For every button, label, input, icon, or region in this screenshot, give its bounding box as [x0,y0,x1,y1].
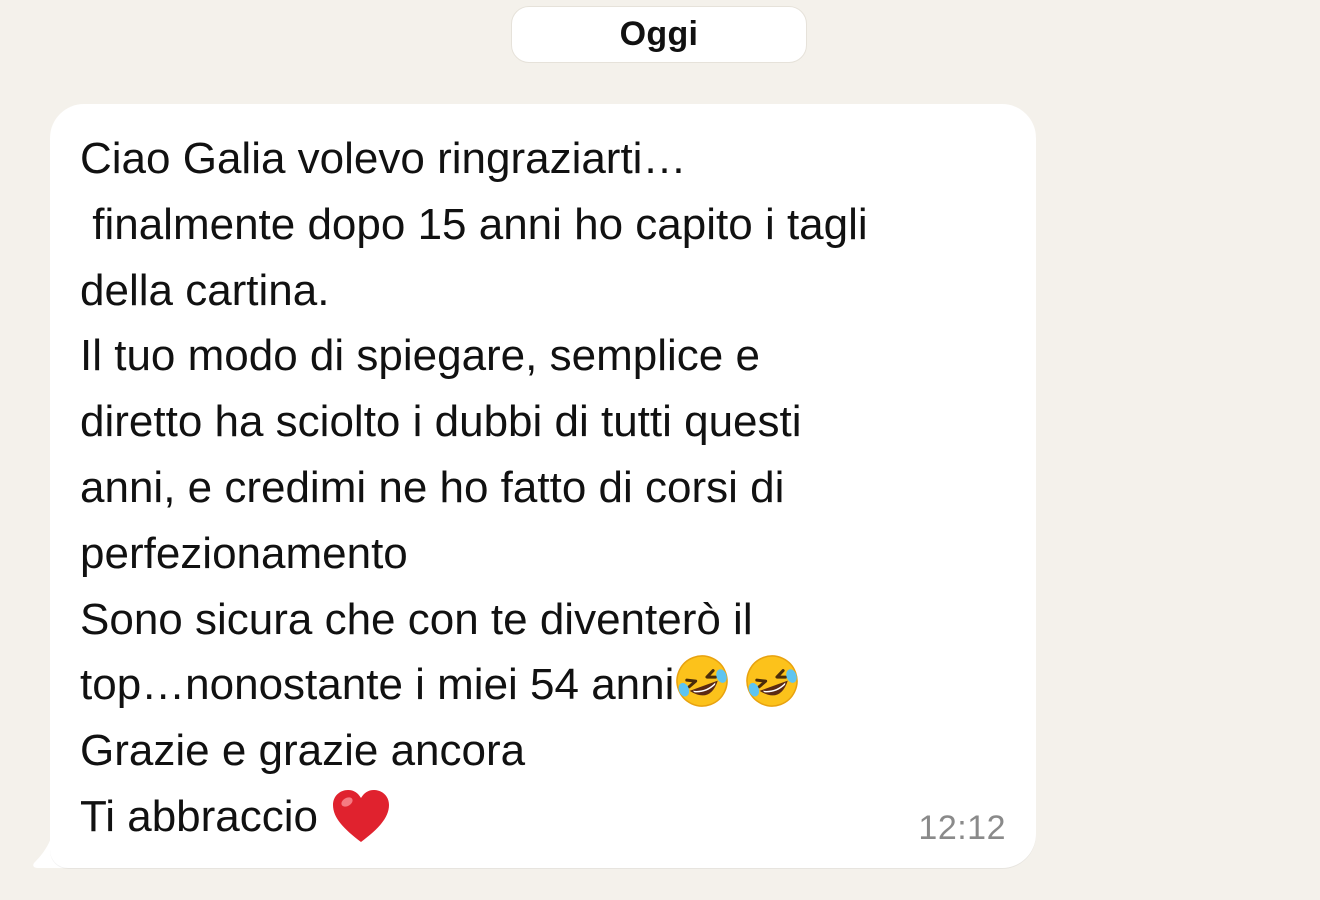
message-line: Sono sicura che con te diventerò il [80,594,753,644]
message-line-text: top…nonostante i miei 54 anni [80,660,675,710]
date-separator: Oggi [511,6,807,63]
message-line: perfezionamento [80,528,408,578]
date-separator-label: Oggi [619,15,699,53]
red-heart-icon [333,789,390,842]
incoming-message-bubble[interactable]: Ciao Galia volevo ringraziarti… finalmen… [50,104,1036,868]
laughing-emoji-icon [676,655,729,708]
message-line: della cartina. [80,265,330,315]
message-line-with-emoji: top…nonostante i miei 54 anni [80,652,1036,718]
message-line: Grazie e grazie ancora [80,726,526,776]
message-timestamp: 12:12 [918,809,1006,847]
message-line: anni, e credimi ne ho fatto di corsi di [80,462,785,512]
message-line-with-emoji: Ti abbraccio [80,784,1036,850]
message-line-text: Ti abbraccio [80,791,331,841]
message-line: Il tuo modo di spiegare, semplice e [80,331,760,381]
message-line: Ciao Galia volevo ringraziarti… [80,134,687,183]
message-line: diretto ha sciolto i dubbi di tutti ques… [80,397,802,447]
message-line: finalmente dopo 15 anni ho capito i tagl… [80,199,868,249]
laughing-emoji-icon [746,655,799,708]
